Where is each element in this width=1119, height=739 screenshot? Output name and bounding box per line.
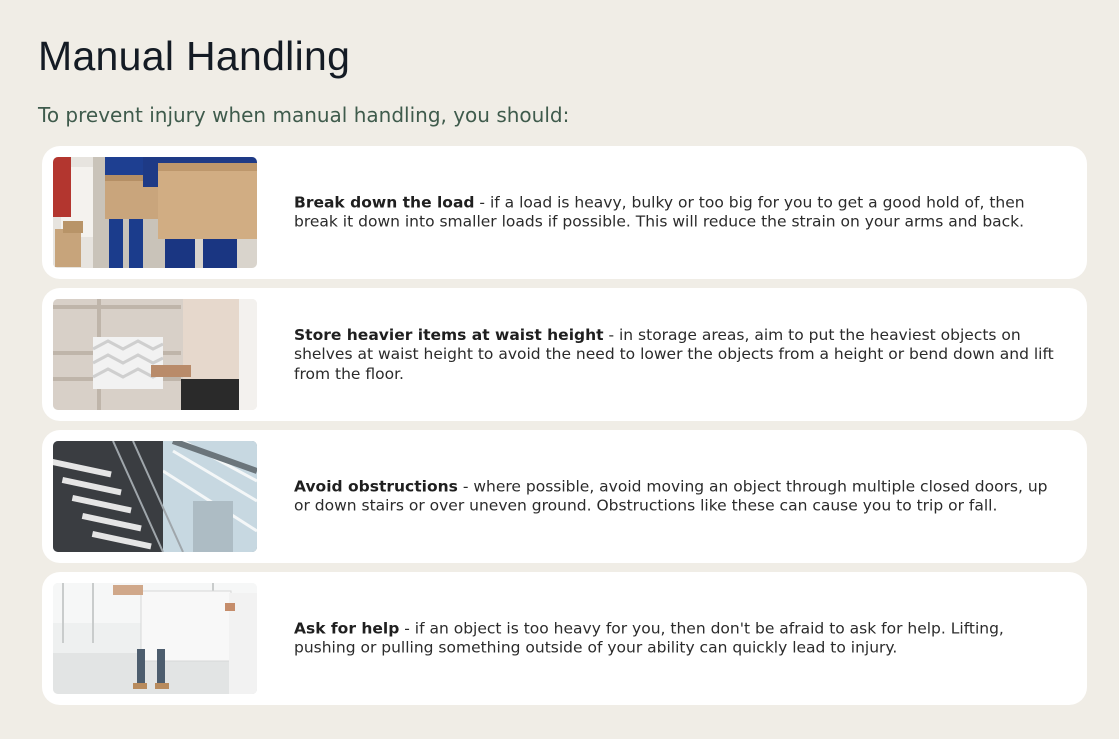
page-subtitle: To prevent injury when manual handling, … [38, 103, 570, 127]
tip-text: Store heavier items at waist height - in… [294, 325, 1057, 384]
tip-card-break-down-load: Break down the load - if a load is heavy… [42, 146, 1087, 279]
tip-card-avoid-obstructions: Avoid obstructions - where possible, avo… [42, 430, 1087, 563]
page-title: Manual Handling [38, 33, 351, 79]
tip-body: - if an object is too heavy for you, the… [294, 619, 1004, 657]
staircase-image [53, 441, 257, 552]
tip-heading: Avoid obstructions [294, 477, 458, 495]
manual-handling-page: Manual Handling To prevent injury when m… [0, 0, 1119, 739]
tip-heading: Store heavier items at waist height [294, 325, 604, 344]
tip-heading: Break down the load [294, 193, 475, 211]
tip-text: Ask for help - if an object is too heavy… [294, 619, 1057, 658]
tip-text: Avoid obstructions - where possible, avo… [294, 477, 1057, 516]
person-placing-box-on-shelf-image [53, 299, 257, 410]
tip-card-store-heavier-items: Store heavier items at waist height - in… [42, 288, 1087, 421]
tip-text: Break down the load - if a load is heavy… [294, 193, 1057, 232]
tip-heading: Ask for help [294, 619, 400, 637]
tips-list: Break down the load - if a load is heavy… [42, 146, 1087, 714]
people-carrying-boxes-image [53, 157, 257, 268]
two-people-carrying-board-image [53, 583, 257, 694]
tip-card-ask-for-help: Ask for help - if an object is too heavy… [42, 572, 1087, 705]
